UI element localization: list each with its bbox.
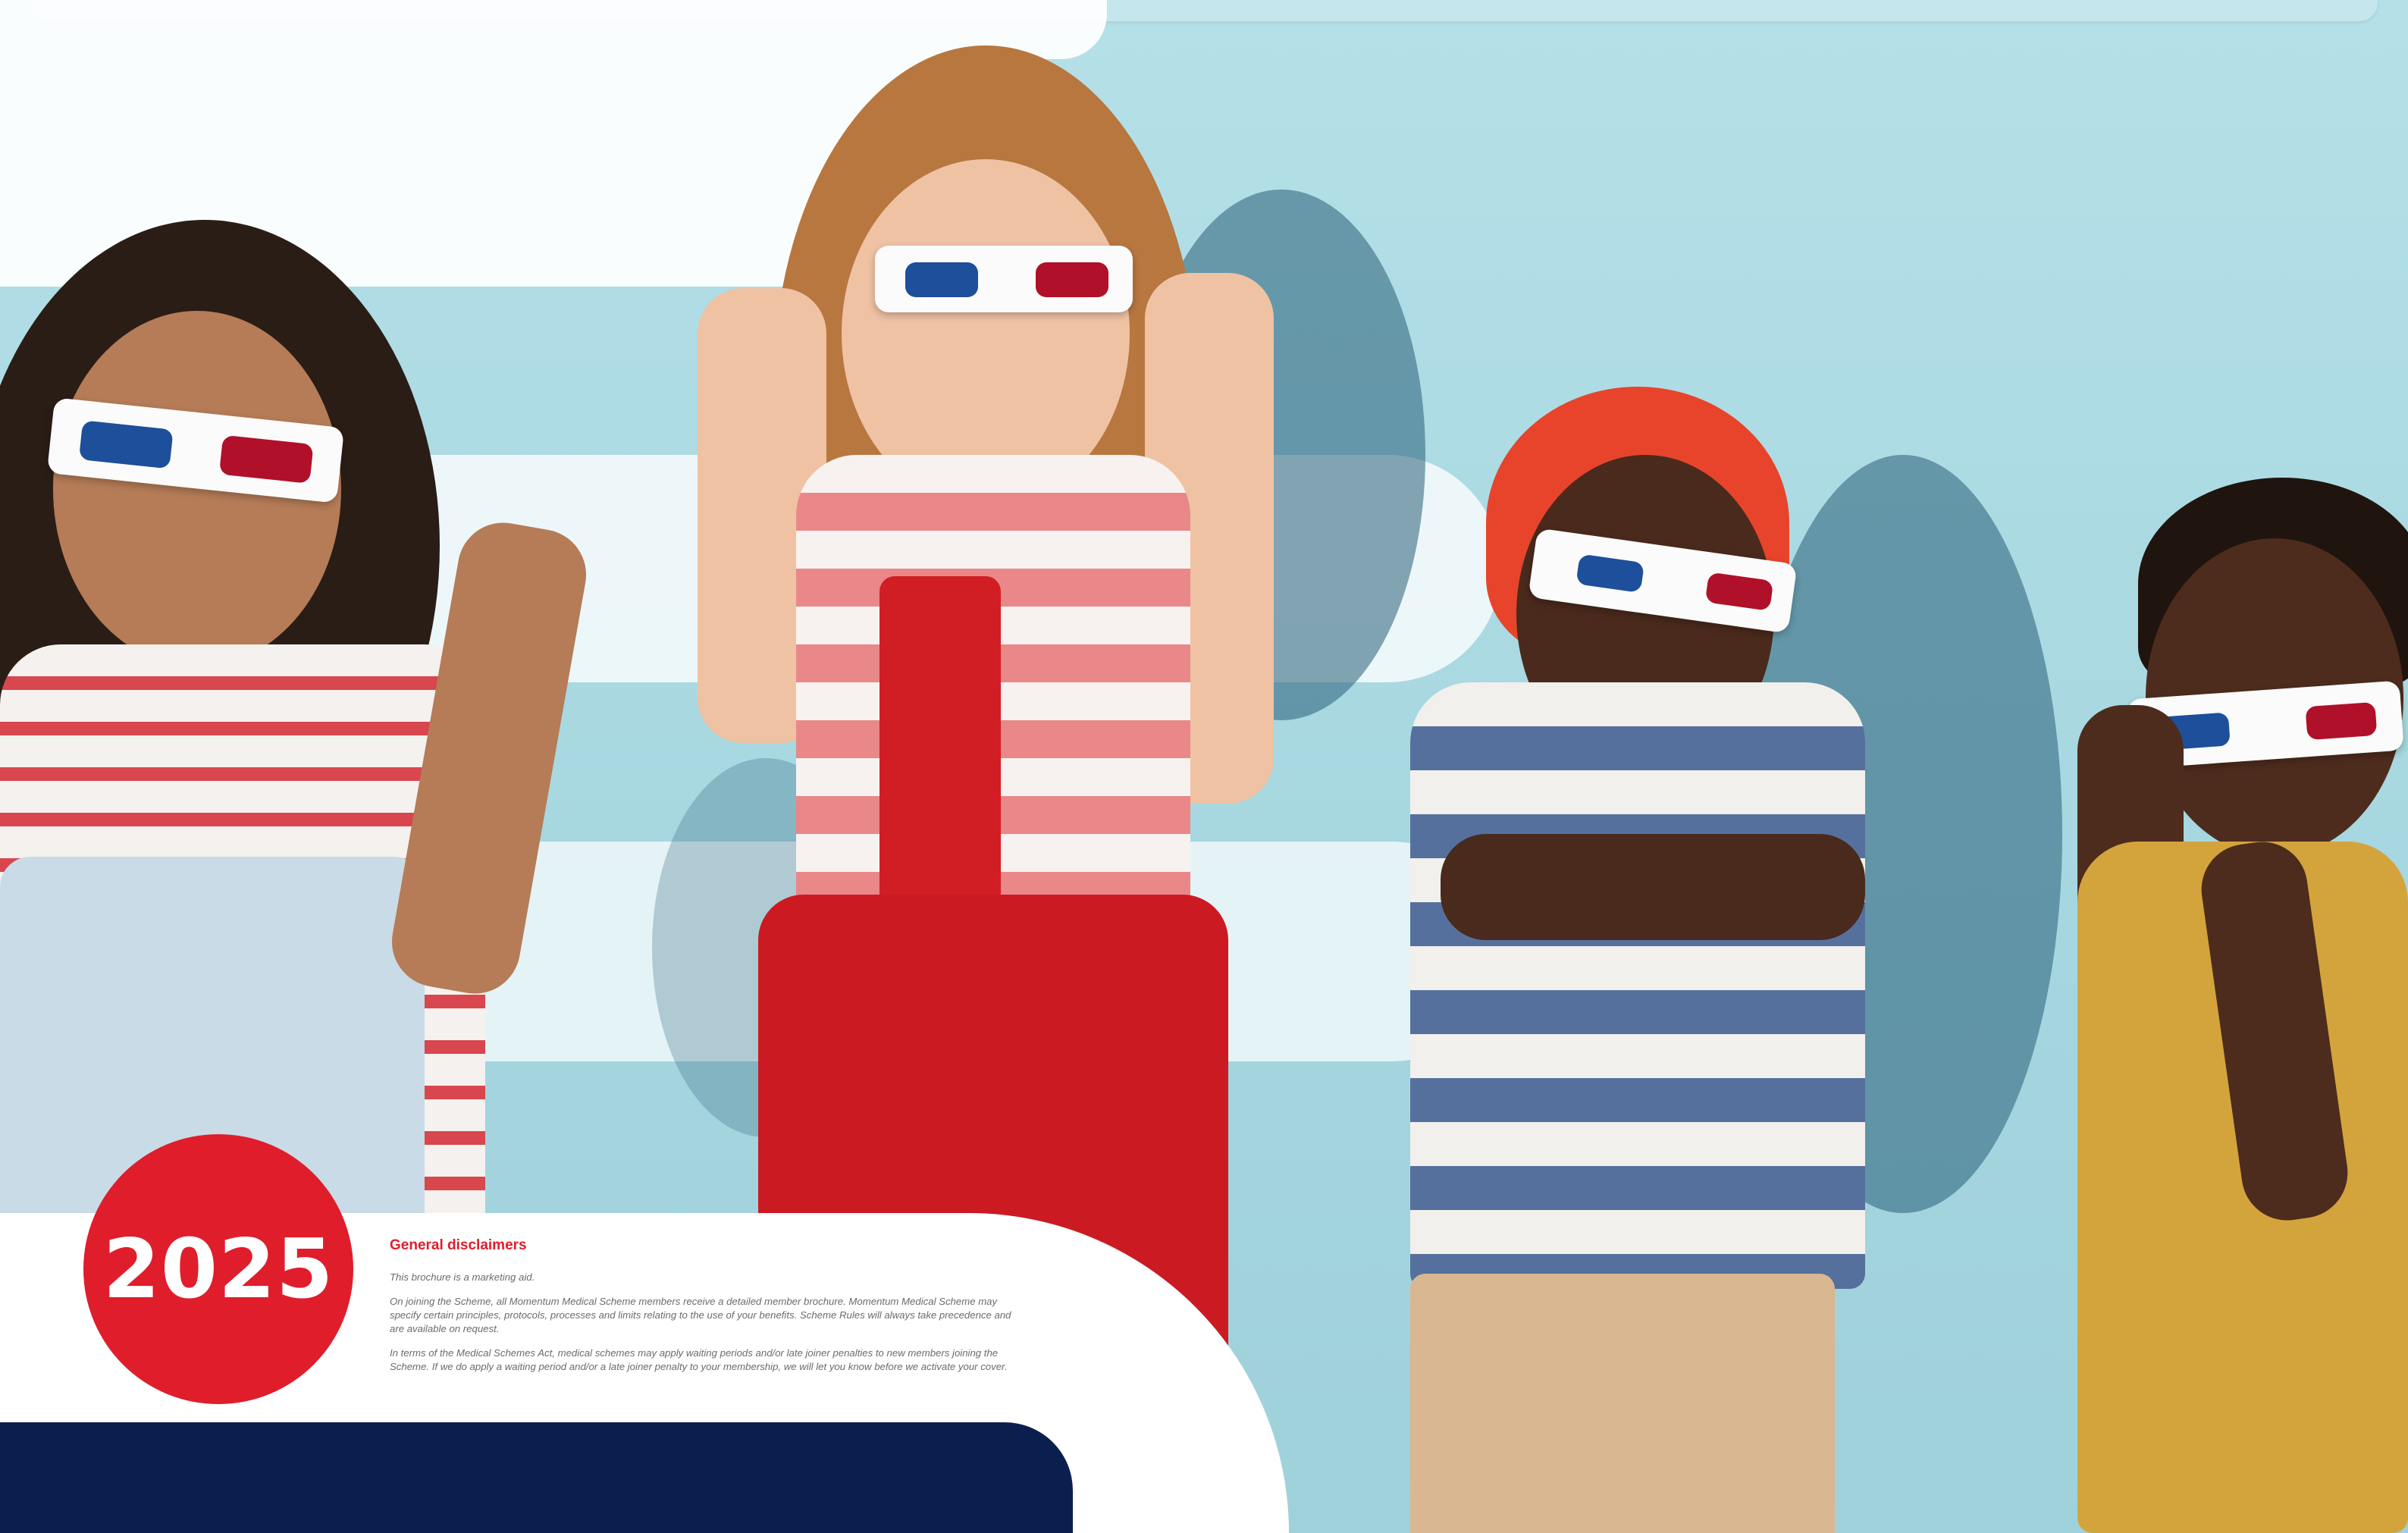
3d-glasses-icon: [875, 246, 1133, 312]
year-text: 2025: [102, 1221, 334, 1317]
disclaimer-paragraph: On joining the Scheme, all Momentum Medi…: [390, 1296, 1011, 1334]
kid-figure: [2062, 478, 2408, 1533]
disclaimer-paragraph: In terms of the Medical Schemes Act, med…: [390, 1347, 1008, 1372]
footer-band: [0, 1422, 1073, 1533]
disclaimer-heading: General disclaimers: [390, 1237, 527, 1253]
disclaimer-paragraph: This brochure is a marketing aid.: [390, 1271, 535, 1283]
year-badge: 2025: [83, 1134, 353, 1404]
kid-figure: [1380, 379, 1926, 1533]
general-disclaimers: General disclaimers This brochure is a m…: [390, 1237, 1019, 1384]
kid-figure: [0, 220, 667, 1251]
